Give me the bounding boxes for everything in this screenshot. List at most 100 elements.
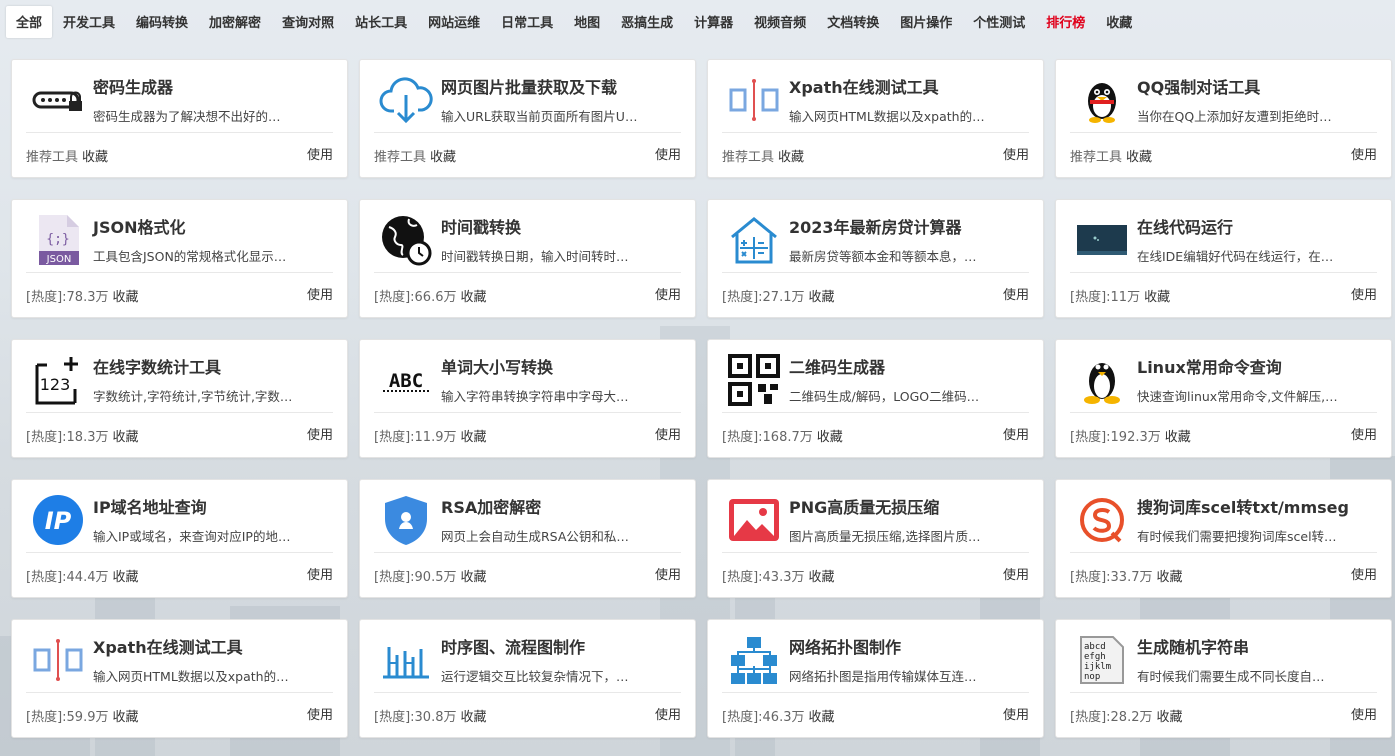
favorite-link[interactable]: 收藏: [808, 710, 834, 725]
tool-title[interactable]: Xpath在线测试工具: [789, 74, 939, 98]
use-button[interactable]: 使用: [655, 704, 681, 723]
use-button[interactable]: 使用: [1003, 144, 1029, 163]
favorite-link[interactable]: 收藏: [1156, 710, 1182, 725]
favorite-link[interactable]: 收藏: [778, 150, 804, 165]
nav-tab-4[interactable]: 查询对照: [272, 6, 344, 38]
favorite-link[interactable]: 收藏: [460, 430, 486, 445]
tool-card[interactable]: 在线代码运行 在线IDE编辑好代码在线运行，在… [热度]:11万 收藏 使用: [1055, 199, 1392, 318]
use-button[interactable]: 使用: [307, 284, 333, 303]
tool-title[interactable]: 密码生成器: [93, 74, 173, 98]
use-button[interactable]: 使用: [655, 564, 681, 583]
tool-title[interactable]: 时间戳转换: [441, 214, 521, 238]
favorite-link[interactable]: 收藏: [460, 290, 486, 305]
tool-card[interactable]: 2023年最新房贷计算器 最新房贷等额本金和等额本息，… [热度]:27.1万 收藏 使…: [707, 199, 1044, 318]
tool-title[interactable]: 在线字数统计工具: [93, 354, 221, 378]
favorite-link[interactable]: 收藏: [112, 570, 138, 585]
nav-tab-14[interactable]: 个性测试: [963, 6, 1035, 38]
favorite-link[interactable]: 收藏: [1156, 570, 1182, 585]
tool-card[interactable]: 123 在线字数统计工具 字数统计,字符统计,字节统计,字数… [热度]:18.3万收…: [11, 339, 348, 458]
use-button[interactable]: 使用: [1351, 144, 1377, 163]
divider: [722, 412, 1029, 413]
nav-tab-15[interactable]: 排行榜: [1036, 6, 1095, 38]
favorite-link[interactable]: 收藏: [112, 430, 138, 445]
nav-tab-12[interactable]: 文档转换: [817, 6, 889, 38]
tool-title[interactable]: 单词大小写转换: [441, 354, 553, 378]
use-button[interactable]: 使用: [1351, 284, 1377, 303]
nav-tab-10[interactable]: 计算器: [684, 6, 743, 38]
nav-tab-2[interactable]: 编码转换: [126, 6, 198, 38]
use-button[interactable]: 使用: [655, 144, 681, 163]
tool-card[interactable]: 时序图、流程图制作 运行逻辑交互比较复杂情况下，… [热度]:30.8万 收藏 使用: [359, 619, 696, 738]
tool-card[interactable]: 网络拓扑图制作 网络拓扑图是指用传输媒体互连… [热度]:46.3万 收藏 使用: [707, 619, 1044, 738]
use-button[interactable]: 使用: [655, 424, 681, 443]
tool-card[interactable]: Xpath在线测试工具 输入网页HTML数据以及xpath的… 推荐工具 收藏 使用: [707, 59, 1044, 178]
nav-tab-16[interactable]: 收藏: [1096, 6, 1142, 38]
nav-tab-9[interactable]: 恶搞生成: [611, 6, 683, 38]
tool-card[interactable]: IP IP域名地址查询 输入IP或域名，来查询对应IP的地… [热度]:44.4万 收藏…: [11, 479, 348, 598]
nav-tab-3[interactable]: 加密解密: [199, 6, 271, 38]
tool-meta: [热度]:90.5万 收藏: [374, 566, 487, 585]
tool-card[interactable]: 密码生成器 密码生成器为了解决想不出好的… 推荐工具 收藏 使用: [11, 59, 348, 178]
favorite-link[interactable]: 收藏: [817, 430, 843, 445]
tool-title[interactable]: JSON格式化: [93, 214, 185, 238]
tool-card[interactable]: 网页图片批量获取及下载 输入URL获取当前页面所有图片U… 推荐工具 收藏 使用: [359, 59, 696, 178]
tool-card[interactable]: {;} JSON JSON格式化 工具包含JSON的常规格式化显示… [热度]:78.3…: [11, 199, 348, 318]
use-button[interactable]: 使用: [307, 424, 333, 443]
tool-card[interactable]: abcd efgh ijklm nop 生成随机字符串 有时候我们需要生成不同长度自… [热…: [1055, 619, 1392, 738]
tool-title[interactable]: 生成随机字符串: [1137, 634, 1249, 658]
tool-title[interactable]: 在线代码运行: [1137, 214, 1233, 238]
tool-title[interactable]: Linux常用命令查询: [1137, 354, 1282, 378]
use-button[interactable]: 使用: [307, 564, 333, 583]
nav-tab-0[interactable]: 全部: [6, 6, 53, 38]
use-button[interactable]: 使用: [307, 144, 333, 163]
tool-card[interactable]: 搜狗词库scel转txt/mmseg 有时候我们需要把搜狗词库scel转… [热度]…: [1055, 479, 1392, 598]
nav-tab-11[interactable]: 视频音频: [744, 6, 816, 38]
favorite-link[interactable]: 收藏: [1144, 290, 1170, 305]
use-button[interactable]: 使用: [1351, 564, 1377, 583]
nav-tab-13[interactable]: 图片操作: [890, 6, 962, 38]
tool-card[interactable]: QQ强制对话工具 当你在QQ上添加好友遭到拒绝时… 推荐工具 收藏 使用: [1055, 59, 1392, 178]
nav-tab-6[interactable]: 网站运维: [418, 6, 490, 38]
favorite-link[interactable]: 收藏: [112, 710, 138, 725]
favorite-link[interactable]: 收藏: [808, 570, 834, 585]
tool-description: 有时候我们需要把搜狗词库scel转…: [1137, 529, 1337, 544]
use-button[interactable]: 使用: [1351, 704, 1377, 723]
use-button[interactable]: 使用: [1003, 704, 1029, 723]
tool-title[interactable]: 2023年最新房贷计算器: [789, 214, 962, 238]
tool-title[interactable]: 网页图片批量获取及下载: [441, 74, 617, 98]
favorite-link[interactable]: 收藏: [808, 290, 834, 305]
use-button[interactable]: 使用: [1351, 424, 1377, 443]
tool-card[interactable]: 二维码生成器 二维码生成/解码，LOGO二维码… [热度]:168.7万 收藏 使用: [707, 339, 1044, 458]
tool-card[interactable]: ABC 单词大小写转换 输入字符串转换字符串中字母大… [热度]:11.9万 收藏 使用: [359, 339, 696, 458]
use-button[interactable]: 使用: [307, 704, 333, 723]
nav-tab-1[interactable]: 开发工具: [53, 6, 125, 38]
tool-title[interactable]: 二维码生成器: [789, 354, 885, 378]
use-button[interactable]: 使用: [655, 284, 681, 303]
nav-tab-5[interactable]: 站长工具: [345, 6, 417, 38]
favorite-link[interactable]: 收藏: [460, 710, 486, 725]
tool-title[interactable]: 网络拓扑图制作: [789, 634, 901, 658]
tool-title[interactable]: QQ强制对话工具: [1137, 74, 1260, 98]
tool-title[interactable]: IP域名地址查询: [93, 494, 207, 518]
favorite-link[interactable]: 收藏: [112, 290, 138, 305]
tool-card[interactable]: 时间戳转换 时间戳转换日期，输入时间转时… [热度]:66.6万 收藏 使用: [359, 199, 696, 318]
nav-tab-7[interactable]: 日常工具: [491, 6, 563, 38]
favorite-link[interactable]: 收藏: [460, 570, 486, 585]
tool-title[interactable]: RSA加密解密: [441, 494, 541, 518]
tool-title[interactable]: 搜狗词库scel转txt/mmseg: [1137, 494, 1349, 518]
favorite-link[interactable]: 收藏: [1126, 150, 1152, 165]
use-button[interactable]: 使用: [1003, 424, 1029, 443]
nav-tab-8[interactable]: 地图: [564, 6, 610, 38]
tool-title[interactable]: PNG高质量无损压缩: [789, 494, 939, 518]
tool-title[interactable]: 时序图、流程图制作: [441, 634, 585, 658]
favorite-link[interactable]: 收藏: [430, 150, 456, 165]
favorite-link[interactable]: 收藏: [1165, 430, 1191, 445]
use-button[interactable]: 使用: [1003, 564, 1029, 583]
favorite-link[interactable]: 收藏: [82, 150, 108, 165]
tool-card[interactable]: Linux常用命令查询 快速查询linux常用命令,文件解压,… [热度]:192.…: [1055, 339, 1392, 458]
use-button[interactable]: 使用: [1003, 284, 1029, 303]
tool-title[interactable]: Xpath在线测试工具: [93, 634, 243, 658]
tool-card[interactable]: PNG高质量无损压缩 图片高质量无损压缩,选择图片质… [热度]:43.3万 收藏 使用: [707, 479, 1044, 598]
tool-card[interactable]: RSA加密解密 网页上会自动生成RSA公钥和私… [热度]:90.5万 收藏 使用: [359, 479, 696, 598]
tool-card[interactable]: Xpath在线测试工具 输入网页HTML数据以及xpath的… [热度]:59.9万…: [11, 619, 348, 738]
